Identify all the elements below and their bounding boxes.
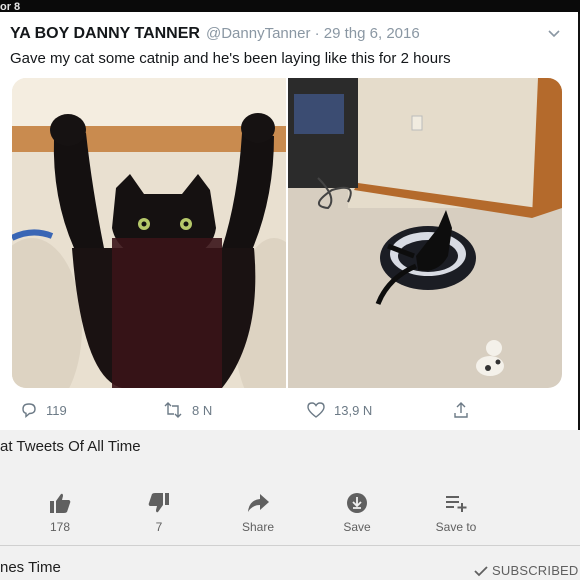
chevron-down-icon[interactable] — [545, 24, 563, 42]
retweet-icon — [164, 402, 182, 418]
like-button[interactable]: 13,9 N — [306, 400, 372, 420]
channel-name[interactable]: nes Time — [0, 559, 61, 576]
check-icon — [474, 566, 488, 577]
tweet-handle-date[interactable]: @DannyTanner · 29 thg 6, 2016 — [206, 25, 420, 42]
reply-button[interactable]: 119 — [20, 400, 67, 420]
like-video-count: 178 — [49, 520, 71, 534]
thumbs-down-icon — [148, 493, 169, 513]
tweet-text: Gave my cat some catnip and he's been la… — [10, 50, 451, 67]
tweet-card[interactable]: YA BOY DANNY TANNER @DannyTanner · 29 th… — [0, 12, 578, 431]
like-video-button[interactable]: 178 — [30, 490, 90, 534]
tweet-author-name[interactable]: YA BOY DANNY TANNER — [10, 25, 200, 43]
like-count: 13,9 N — [334, 402, 373, 418]
share-video-label: Share — [241, 520, 275, 534]
youtube-video-panel: at Tweets Of All Time 178 7 Share Save S… — [0, 430, 580, 580]
tweet-photos[interactable] — [12, 78, 562, 388]
subscribed-label: SUBSCRIBED — [492, 563, 579, 578]
save-to-label: Save to — [435, 520, 477, 534]
reply-count: 119 — [46, 402, 67, 418]
cat-on-bed-photo[interactable] — [288, 78, 562, 388]
thumbs-up-icon — [50, 493, 71, 513]
download-icon — [347, 493, 367, 513]
share-arrow-icon — [248, 494, 269, 512]
divider — [0, 545, 580, 546]
retweet-count: 8 N — [192, 402, 213, 418]
share-video-button[interactable]: Share — [228, 490, 288, 534]
save-video-button[interactable]: Save — [327, 490, 387, 534]
save-to-playlist-button[interactable]: Save to — [426, 490, 486, 534]
cat-arms-raised-photo[interactable] — [12, 78, 286, 388]
dislike-video-button[interactable]: 7 — [129, 490, 189, 534]
video-title[interactable]: at Tweets Of All Time — [0, 438, 141, 455]
reply-icon — [22, 403, 36, 419]
dislike-video-count: 7 — [155, 520, 163, 534]
playlist-add-icon — [446, 496, 467, 512]
share-tweet-button[interactable] — [452, 400, 478, 420]
share-upload-icon — [454, 402, 468, 418]
save-video-label: Save — [343, 520, 371, 534]
retweet-button[interactable]: 8 N — [162, 400, 212, 420]
heart-icon — [307, 402, 325, 418]
subscribed-button[interactable]: SUBSCRIBED — [474, 563, 579, 578]
